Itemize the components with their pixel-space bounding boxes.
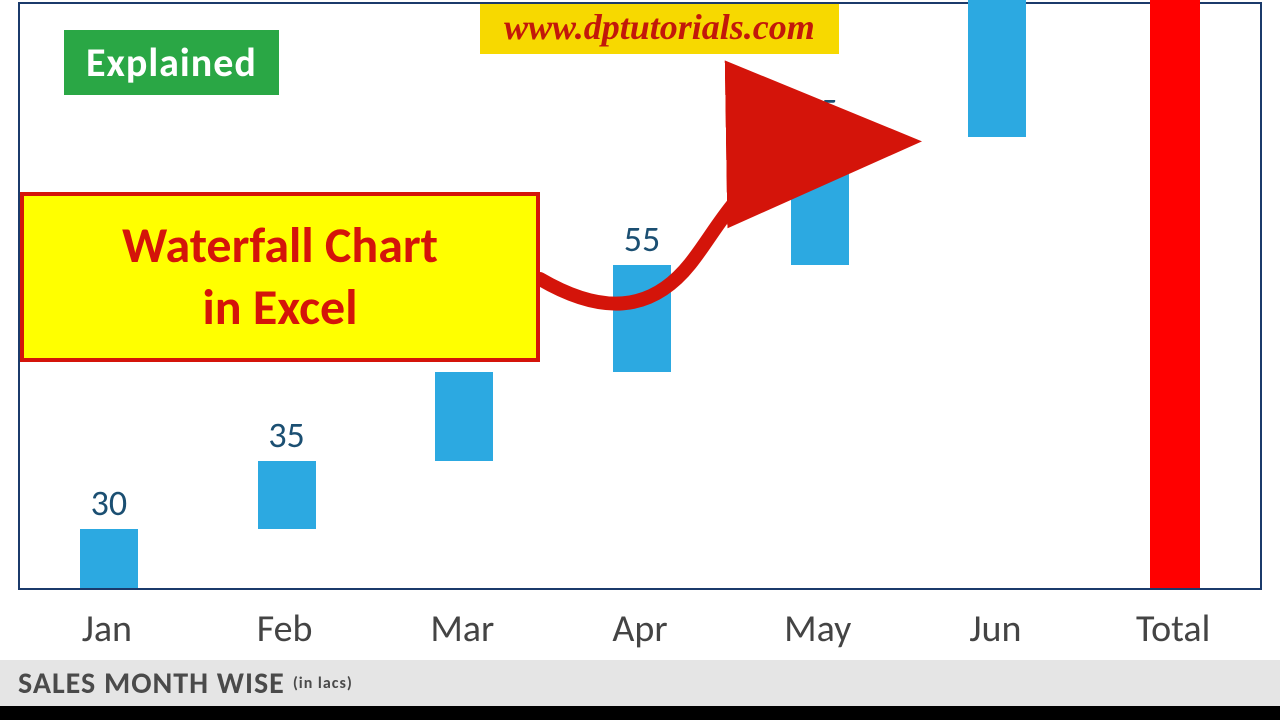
x-tick: Jan <box>18 600 196 655</box>
letterbox-bottom <box>0 706 1280 720</box>
title-callout: Waterfall Chart in Excel <box>20 192 540 362</box>
x-axis: JanFebMarAprMayJunTotal <box>18 600 1262 655</box>
caption-main: SALES MONTH WISE <box>18 665 285 702</box>
bar-jun: 70 <box>968 0 1026 137</box>
bar-value-label: 55 <box>624 217 661 261</box>
bar-value-label: 35 <box>268 413 305 457</box>
bar-jan: 30 <box>80 529 138 588</box>
x-tick: Total <box>1084 600 1262 655</box>
bar-feb: 35 <box>258 461 316 530</box>
url-banner: www.dptutorials.com <box>480 4 839 54</box>
x-tick: Feb <box>196 600 374 655</box>
callout-line2: in Excel <box>202 277 357 338</box>
x-tick: May <box>729 600 907 655</box>
bar-may: 65 <box>791 137 849 264</box>
caption-sub: (in lacs) <box>293 674 353 693</box>
chart-plot-area: 30 35 45 55 65 70 300 Explained www.dptutorial… <box>18 2 1262 590</box>
bar-mar: 45 <box>435 372 493 460</box>
bar-value-label: 30 <box>91 481 128 525</box>
bar-value-label: 65 <box>801 89 838 133</box>
x-tick: Jun <box>907 600 1085 655</box>
caption-strip: SALES MONTH WISE (in lacs) <box>0 660 1280 706</box>
explained-badge: Explained <box>60 26 283 99</box>
x-tick: Apr <box>551 600 729 655</box>
callout-line1: Waterfall Chart <box>122 215 438 276</box>
bar-total: 300 <box>1150 0 1200 588</box>
x-tick: Mar <box>373 600 551 655</box>
bar-apr: 55 <box>613 265 671 373</box>
stage: 30 35 45 55 65 70 300 Explained www.dptutorial… <box>0 0 1280 720</box>
